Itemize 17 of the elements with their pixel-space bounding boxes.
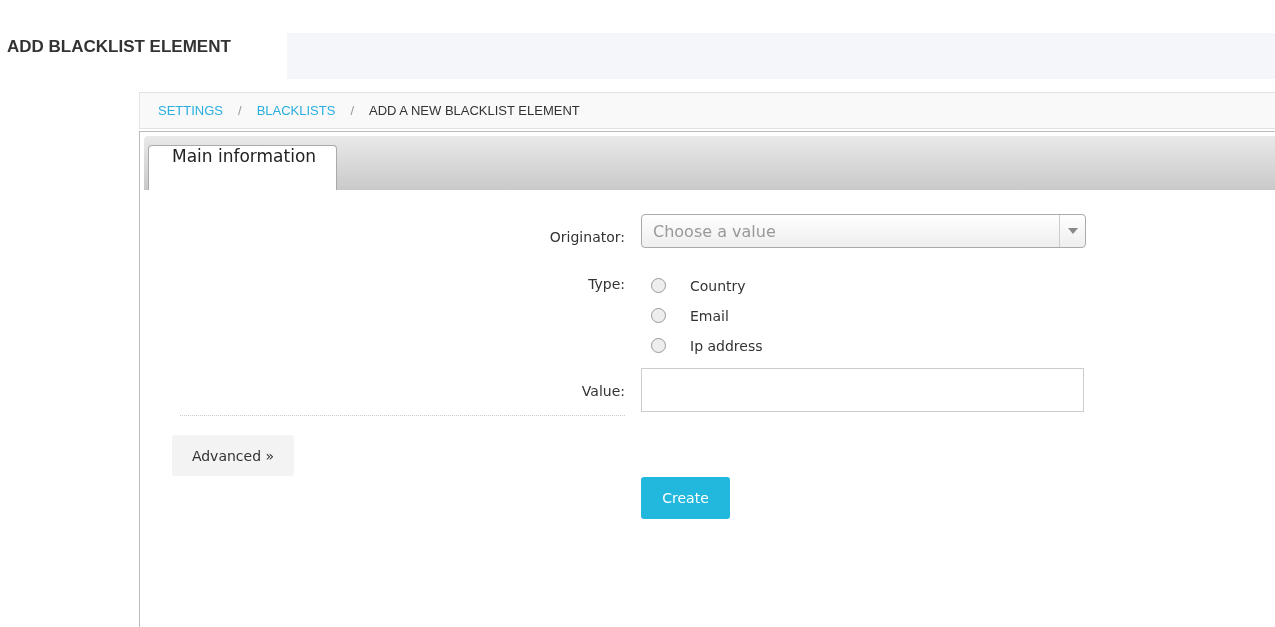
radio-button[interactable] <box>651 338 666 353</box>
field-label: Value: <box>580 382 625 401</box>
page-title: ADD BLACKLIST ELEMENT <box>6 36 232 58</box>
radio-button[interactable] <box>651 308 666 323</box>
radio-button[interactable] <box>651 278 666 293</box>
radio-label[interactable]: Ip address <box>690 337 763 354</box>
caret-icon <box>1067 228 1078 234</box>
breadcrumb-current: ADD A NEW BLACKLIST ELEMENT <box>369 103 580 118</box>
value-input[interactable] <box>641 368 1084 412</box>
breadcrumb-separator: / <box>238 103 242 118</box>
field-label: Type: <box>587 276 625 294</box>
advanced-button[interactable]: Advanced » <box>172 435 294 476</box>
tab[interactable]: Main information <box>148 145 338 190</box>
field-label: Originator: <box>548 228 625 247</box>
radio-label[interactable]: Country <box>690 277 746 294</box>
breadcrumb-separator: / <box>350 103 355 118</box>
radio-label[interactable]: Email <box>690 307 729 324</box>
